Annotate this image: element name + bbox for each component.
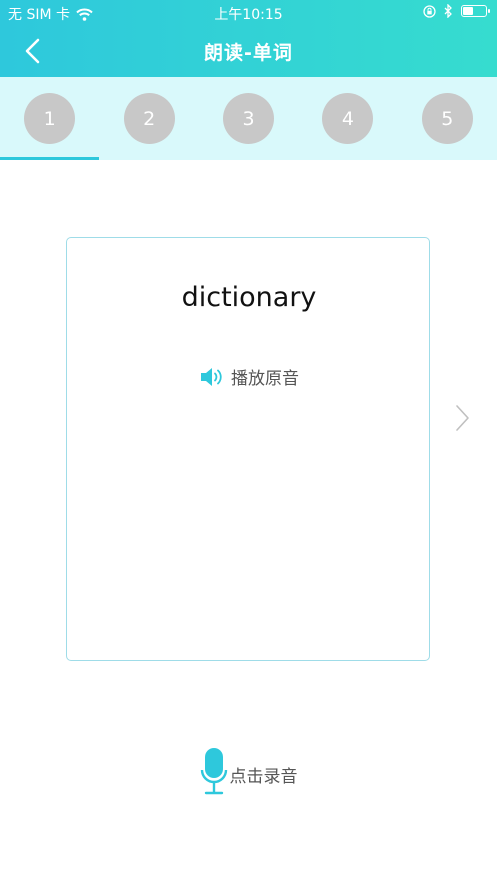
word-card: dictionary 播放原音: [66, 237, 430, 661]
record-button[interactable]: 点击录音: [0, 746, 497, 796]
play-original-button[interactable]: 播放原音: [67, 364, 431, 389]
page-title: 朗读-单词: [204, 42, 293, 64]
orientation-lock-icon: [423, 4, 436, 18]
tab-4[interactable]: 4: [298, 77, 397, 160]
microphone-icon: [200, 748, 227, 795]
bluetooth-icon: [444, 4, 452, 18]
battery-icon: [461, 5, 490, 17]
tab-1[interactable]: 1: [0, 77, 100, 160]
tab-number: 2: [123, 93, 175, 144]
tab-number: 5: [421, 93, 473, 144]
speaker-icon: [201, 367, 222, 386]
status-bar: 无 SIM 卡 上午10:15: [0, 0, 497, 26]
status-right: [423, 4, 490, 18]
header: 无 SIM 卡 上午10:15 朗读-单词: [0, 0, 497, 77]
nav-bar: 朗读-单词: [0, 26, 497, 77]
tab-2[interactable]: 2: [99, 77, 198, 160]
word-tabs: 1 2 3 4 5: [0, 77, 497, 160]
record-label: 点击录音: [229, 766, 298, 787]
next-word-button[interactable]: [454, 403, 472, 433]
tab-number: 4: [322, 93, 374, 144]
tab-number: 3: [223, 93, 275, 144]
tab-5[interactable]: 5: [398, 77, 497, 160]
play-original-label: 播放原音: [231, 369, 299, 389]
word-text: dictionary: [181, 282, 317, 313]
tab-number: 1: [24, 93, 76, 144]
tab-3[interactable]: 3: [199, 77, 298, 160]
